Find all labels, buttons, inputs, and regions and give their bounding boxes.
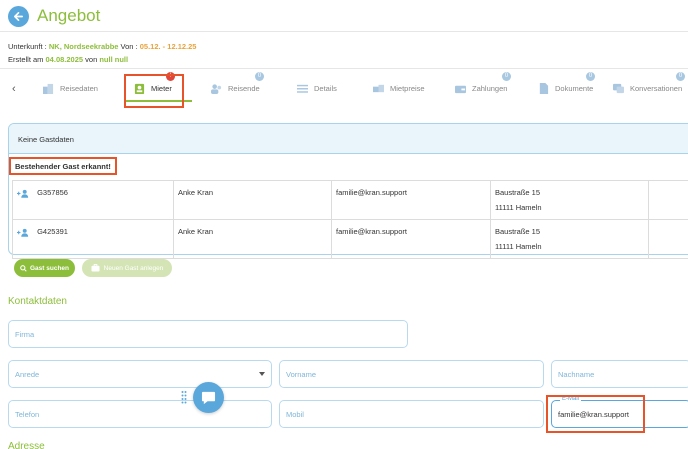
company-field[interactable]: Firma	[8, 320, 408, 348]
contact-section-title: Kontaktdaten	[8, 296, 67, 307]
search-guest-button[interactable]: Gast suchen	[14, 259, 75, 277]
tab-zahlungen-badge: 0	[502, 72, 511, 81]
tab-reisende[interactable]: Reisende 0	[210, 72, 264, 100]
tab-dokumente[interactable]: Dokumente 0	[537, 72, 595, 100]
salutation-select[interactable]: Anrede	[8, 360, 272, 388]
last-name-field[interactable]: Nachname	[551, 360, 688, 388]
add-user-icon[interactable]	[17, 228, 29, 237]
address-section-title: Adresse	[8, 441, 45, 449]
guest-address-cell: Baustraße 15 11111 Hameln	[490, 219, 649, 259]
meta-divider	[0, 68, 688, 69]
chevron-down-icon	[259, 372, 265, 376]
date-range: 05.12. - 12.12.25	[139, 42, 197, 51]
email-field-highlight	[546, 395, 645, 433]
mobile-field[interactable]: Mobil	[279, 400, 544, 428]
tab-zahlungen[interactable]: Zahlungen 0	[454, 72, 511, 100]
phone-field[interactable]: Telefon	[8, 400, 272, 428]
building-icon	[43, 83, 54, 94]
back-button[interactable]	[8, 6, 29, 27]
guest-id-cell: G357856	[12, 180, 174, 220]
page-title: Angebot	[37, 6, 101, 25]
existing-guest-notice: Bestehender Gast erkannt!	[9, 157, 117, 175]
tab-mietpreise[interactable]: Mietpreise	[372, 76, 425, 100]
tab-konversationen[interactable]: Konversationen 0	[612, 72, 685, 100]
guest-address-cell: Baustraße 15 11111 Hameln	[490, 180, 649, 220]
mieter-tab-highlight	[124, 74, 184, 108]
tab-konversationen-badge: 0	[676, 72, 685, 81]
created-line: Erstellt am 04.08.2025 von null null	[8, 55, 129, 64]
header-divider	[0, 31, 688, 32]
new-guest-button[interactable]: Neuen Gast anlegen	[82, 259, 172, 277]
guest-email-cell: familie@kran.support	[331, 219, 491, 259]
chat-bubble-icon	[201, 391, 216, 404]
table-row[interactable]: G357856 Anke Kran familie@kran.support B…	[12, 180, 688, 220]
tab-reisende-badge: 0	[255, 72, 264, 81]
guest-extra-cell	[648, 180, 688, 220]
table-row[interactable]: G425391 Anke Kran familie@kran.support B…	[12, 219, 688, 259]
arrow-left-icon	[14, 12, 23, 21]
guest-name-cell: Anke Kran	[173, 180, 332, 220]
first-name-field[interactable]: Vorname	[279, 360, 544, 388]
created-by: null null	[99, 55, 129, 64]
guest-table: G357856 Anke Kran familie@kran.support B…	[12, 180, 688, 259]
tab-details[interactable]: Details	[296, 76, 337, 100]
money-icon	[373, 84, 384, 92]
chevron-left-icon[interactable]: ‹	[12, 83, 16, 95]
list-icon	[297, 84, 308, 93]
guest-name-cell: Anke Kran	[173, 219, 332, 259]
tab-dokumente-badge: 0	[586, 72, 595, 81]
guest-id-cell: G425391	[12, 219, 174, 259]
chat-icon	[613, 83, 624, 93]
accommodation-name: NK, Nordseekrabbe	[48, 42, 119, 51]
wallet-icon	[455, 85, 466, 93]
search-icon	[20, 264, 27, 272]
tab-bar: ‹ Reisedaten Mieter ! Reisende 0 Details…	[0, 72, 688, 104]
guest-panel-header: Keine Gastdaten	[9, 124, 688, 154]
add-user-icon[interactable]	[17, 189, 29, 198]
created-date: 04.08.2025	[45, 55, 84, 64]
guest-extra-cell	[648, 219, 688, 259]
accommodation-line: Unterkunft : NK, Nordseekrabbe Von : 05.…	[8, 42, 197, 51]
people-icon	[211, 83, 222, 94]
guest-email-cell: familie@kran.support	[331, 180, 491, 220]
chat-button[interactable]	[193, 382, 224, 413]
briefcase-icon	[91, 264, 100, 272]
tab-reisedaten[interactable]: Reisedaten	[42, 76, 98, 100]
document-icon	[539, 82, 549, 94]
drag-handle-icon[interactable]	[181, 390, 187, 404]
